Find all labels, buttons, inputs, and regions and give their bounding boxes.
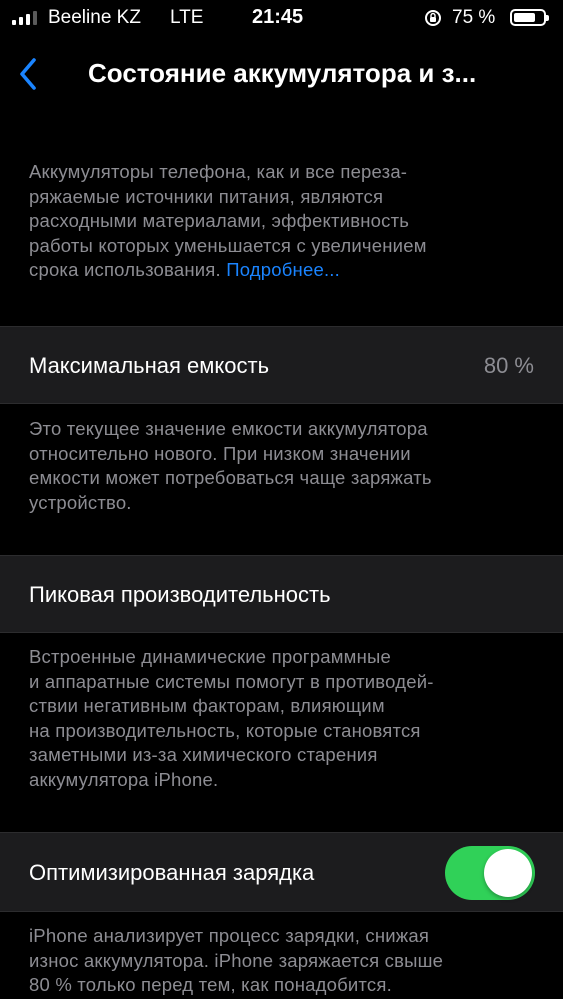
learn-more-link[interactable]: Подробнее... — [226, 259, 340, 280]
battery-cap — [546, 15, 549, 21]
max-capacity-row: Максимальная емкость 80 % — [0, 326, 563, 404]
toggle-knob — [484, 849, 532, 897]
carrier-name: Beeline KZ — [48, 7, 141, 28]
intro-description: Аккумуляторы телефона, как и все переза-… — [29, 160, 534, 283]
battery-icon — [510, 9, 549, 26]
max-capacity-value: 80 % — [483, 353, 534, 378]
signal-icon — [12, 9, 37, 25]
battery-fill — [514, 13, 535, 22]
peak-performance-row: Пиковая производительность — [0, 555, 563, 633]
optimized-charging-label: Оптимизированная зарядка — [29, 860, 315, 885]
optimized-charging-toggle[interactable] — [445, 846, 535, 900]
peak-performance-description: Встроенные динамические программные и ап… — [29, 646, 434, 790]
optimized-charging-row: Оптимизированная зарядка — [0, 832, 563, 912]
max-capacity-label: Максимальная емкость — [29, 353, 270, 378]
navigation-bar: Состояние аккумулятора и з... — [0, 44, 563, 108]
chevron-left-icon — [20, 58, 36, 90]
optimized-charging-description: iPhone анализирует процесс зарядки, сниж… — [29, 925, 444, 995]
rotation-lock-icon — [425, 10, 441, 26]
max-capacity-description: Это текущее значение емкости аккумулятор… — [29, 418, 432, 513]
battery-percent: 75 % — [452, 7, 496, 28]
page-title: Состояние аккумулятора и з... — [88, 58, 477, 88]
back-button[interactable] — [10, 52, 46, 96]
peak-performance-label: Пиковая производительность — [29, 582, 331, 607]
network-type: LTE — [170, 7, 204, 28]
status-time: 21:45 — [252, 6, 304, 28]
status-bar: Beeline KZ LTE 21:45 75 % — [0, 0, 563, 36]
